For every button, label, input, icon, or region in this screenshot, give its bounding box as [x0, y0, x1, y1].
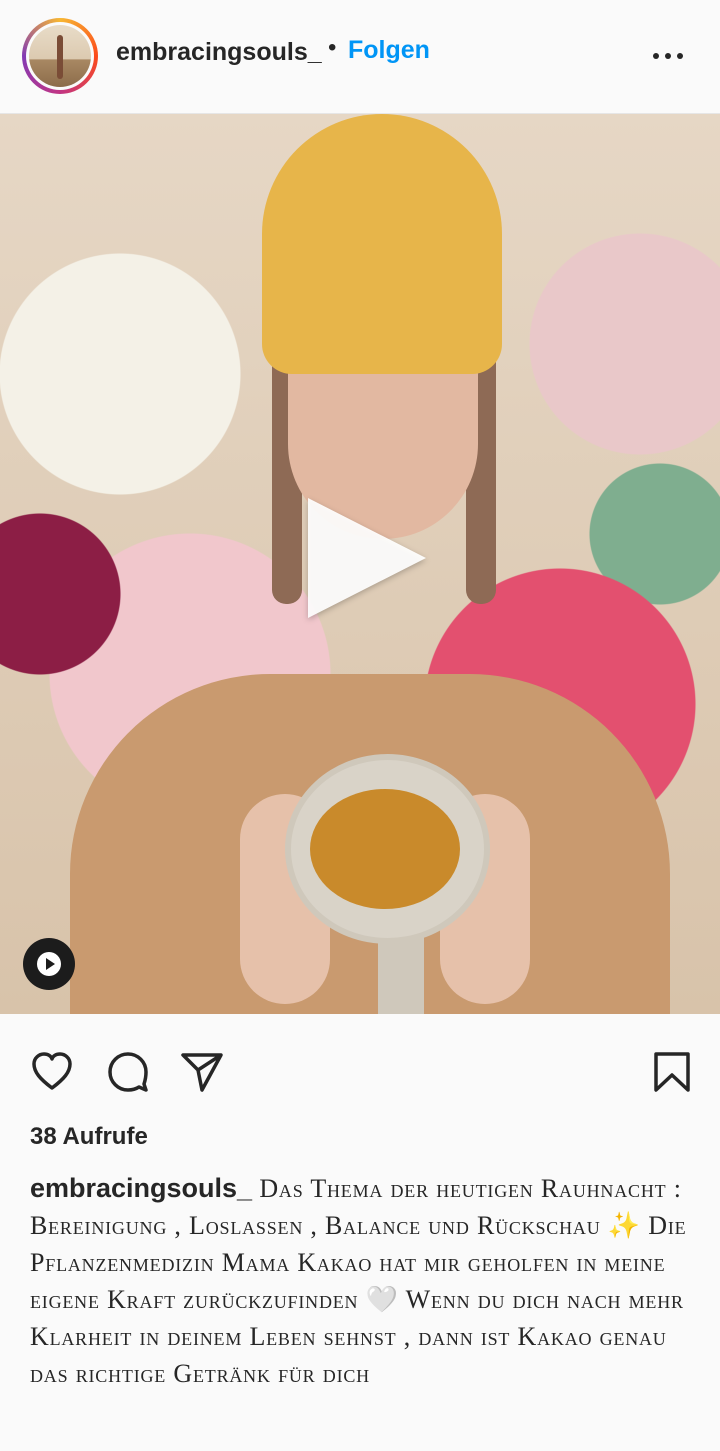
post-caption: embracingsouls_ Das Thema der heutigen R…: [30, 1170, 690, 1392]
post-header: embracingsouls_ • Folgen: [0, 0, 720, 114]
play-icon[interactable]: [308, 498, 426, 618]
follow-button[interactable]: Folgen: [348, 36, 430, 65]
avatar-figure: [57, 35, 63, 79]
separator-dot: •: [328, 34, 337, 61]
comment-icon[interactable]: [106, 1050, 150, 1094]
heart-icon[interactable]: [30, 1050, 74, 1094]
action-bar: [0, 1014, 720, 1114]
caption-text: Das Thema der heutigen Rauhnacht : Berei…: [30, 1174, 687, 1388]
post-author-username[interactable]: embracingsouls_: [116, 38, 322, 67]
story-ring[interactable]: [22, 18, 98, 94]
avatar[interactable]: [29, 25, 91, 87]
more-horizontal-icon[interactable]: [650, 40, 686, 70]
video-post-media[interactable]: [0, 114, 720, 1014]
view-count[interactable]: 38 Aufrufe: [30, 1123, 148, 1151]
bookmark-icon[interactable]: [650, 1050, 694, 1094]
beanie-hat: [262, 114, 502, 374]
caption-username[interactable]: embracingsouls_: [30, 1173, 252, 1203]
reel-icon[interactable]: [23, 938, 75, 990]
send-icon[interactable]: [180, 1050, 224, 1094]
avatar-frame: [26, 22, 94, 90]
reel-icon-play: [46, 958, 55, 970]
tea: [310, 789, 460, 909]
